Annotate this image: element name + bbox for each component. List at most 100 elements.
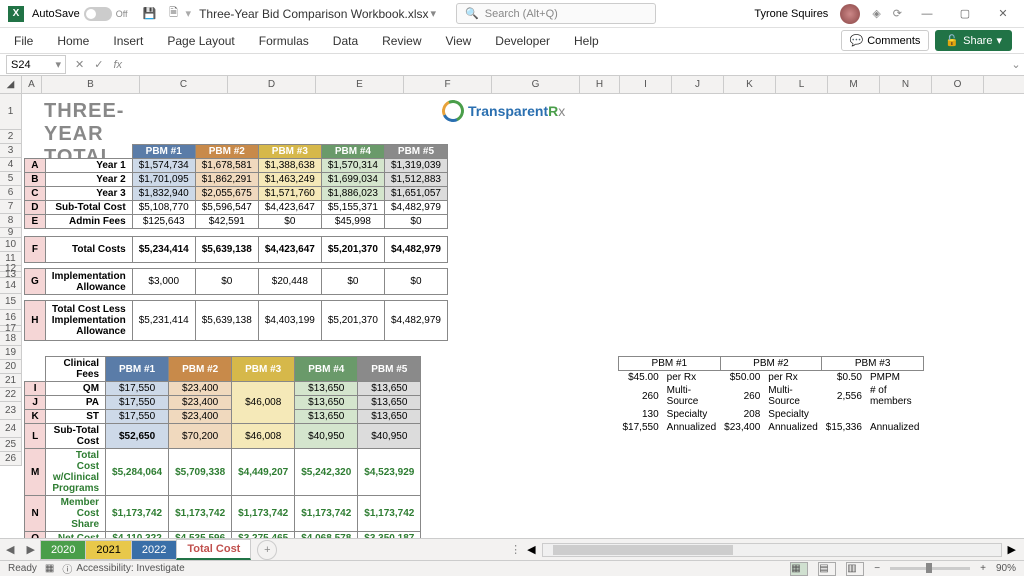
side-table[interactable]: PBM #1PBM #2PBM #3$45.00per Rx$50.00per … (618, 356, 924, 434)
row-header[interactable]: 1 (0, 94, 22, 130)
tab-view[interactable]: View (444, 30, 474, 52)
share-button[interactable]: 🔓 Share ▾ (935, 30, 1012, 51)
col-header[interactable]: O (932, 76, 984, 93)
sync-icon[interactable]: ⟳ (893, 7, 902, 20)
cancel-formula-icon[interactable]: ✕ (72, 58, 87, 71)
maximize-button[interactable]: ▢ (952, 4, 978, 24)
col-header[interactable]: G (492, 76, 580, 93)
tab-formulas[interactable]: Formulas (257, 30, 311, 52)
column-headers: ◢ A B C D E F G H I J K L M N O (0, 76, 1024, 94)
scroll-left-icon[interactable]: ◀ (527, 543, 535, 556)
row-header[interactable]: 9 (0, 228, 22, 238)
col-header[interactable]: E (316, 76, 404, 93)
row-header[interactable]: 14 (0, 278, 22, 294)
tab-home[interactable]: Home (55, 30, 91, 52)
col-header[interactable]: F (404, 76, 492, 93)
zoom-level[interactable]: 90% (996, 563, 1016, 574)
col-header[interactable]: L (776, 76, 828, 93)
next-sheet-icon[interactable]: ▶ (20, 543, 40, 556)
row-header[interactable]: 25 (0, 438, 22, 452)
row-header[interactable]: 18 (0, 332, 22, 346)
tab-data[interactable]: Data (331, 30, 360, 52)
col-header[interactable]: A (22, 76, 42, 93)
sheet-tab-2020[interactable]: 2020 (40, 540, 86, 560)
fx-icon[interactable]: fx (110, 59, 125, 71)
zoom-out-icon[interactable]: − (874, 563, 880, 574)
row-header[interactable]: 8 (0, 214, 22, 228)
zoom-slider[interactable] (890, 567, 970, 570)
main-table[interactable]: PBM #1PBM #2PBM #3PBM #4PBM #5AYear 1$1,… (24, 144, 448, 341)
col-header[interactable]: J (672, 76, 724, 93)
grid[interactable]: ◢ A B C D E F G H I J K L M N O 12345678… (0, 76, 1024, 542)
col-header[interactable]: K (724, 76, 776, 93)
diamond-icon[interactable]: ◈ (872, 7, 880, 20)
row-header[interactable]: 4 (0, 158, 22, 172)
normal-view-icon[interactable]: ▦ (790, 562, 808, 576)
row-header[interactable]: 19 (0, 346, 22, 360)
row-header[interactable]: 6 (0, 186, 22, 200)
accept-formula-icon[interactable]: ✓ (91, 58, 106, 71)
save-icon[interactable]: 💾 (142, 6, 158, 22)
autosave-toggle[interactable]: AutoSave Off (32, 7, 128, 21)
row-header[interactable]: 22 (0, 388, 22, 402)
sheet-tab-total[interactable]: Total Cost (176, 539, 251, 560)
autosave-label: AutoSave (32, 8, 80, 20)
doc-icon[interactable]: 🗎 (166, 6, 182, 22)
toggle-off-icon[interactable] (84, 7, 112, 21)
col-header[interactable]: I (620, 76, 672, 93)
close-button[interactable]: ✕ (990, 4, 1016, 24)
row-header[interactable]: 24 (0, 420, 22, 438)
row-header[interactable]: 7 (0, 200, 22, 214)
col-header[interactable]: C (140, 76, 228, 93)
horizontal-scrollbar[interactable] (542, 543, 1002, 557)
avatar[interactable] (840, 4, 860, 24)
macro-icon[interactable]: ▦ (45, 563, 54, 574)
search-placeholder: Search (Alt+Q) (485, 8, 558, 20)
sheet-tab-2021[interactable]: 2021 (85, 540, 131, 560)
excel-icon: X (8, 6, 24, 22)
filename[interactable]: Three-Year Bid Comparison Workbook.xlsx (199, 7, 428, 21)
status-bar: Ready ▦ ⓘ Accessibility: Investigate ▦ ▤… (0, 560, 1024, 576)
col-header[interactable]: M (828, 76, 880, 93)
row-header[interactable]: 15 (0, 294, 22, 310)
expand-formula-icon[interactable]: ⌄ (1008, 58, 1024, 71)
logo-icon (439, 97, 467, 125)
minimize-button[interactable]: — (914, 4, 940, 24)
name-box[interactable]: S24▾ (6, 55, 66, 74)
formula-input[interactable] (129, 54, 1008, 75)
col-header[interactable]: B (42, 76, 140, 93)
tab-file[interactable]: File (12, 30, 35, 52)
tab-review[interactable]: Review (380, 30, 423, 52)
col-header[interactable]: H (580, 76, 620, 93)
col-header[interactable]: N (880, 76, 932, 93)
tab-insert[interactable]: Insert (111, 30, 145, 52)
zoom-in-icon[interactable]: + (980, 563, 986, 574)
select-all[interactable]: ◢ (0, 76, 22, 93)
autosave-state: Off (116, 9, 128, 19)
tab-help[interactable]: Help (572, 30, 601, 52)
user-name[interactable]: Tyrone Squires (754, 8, 828, 20)
page-break-icon[interactable]: ▥ (846, 562, 864, 576)
search-input[interactable]: 🔍 Search (Alt+Q) (456, 3, 656, 24)
clinical-table[interactable]: Clinical FeesPBM #1PBM #2PBM #3PBM #4PBM… (24, 356, 421, 542)
row-header[interactable]: 2 (0, 130, 22, 144)
tab-pagelayout[interactable]: Page Layout (165, 30, 236, 52)
row-header[interactable]: 10 (0, 238, 22, 252)
logo: TransparentRx (442, 100, 565, 122)
prev-sheet-icon[interactable]: ◀ (0, 543, 20, 556)
add-sheet-button[interactable]: + (257, 540, 277, 560)
row-header[interactable]: 20 (0, 360, 22, 374)
row-header[interactable]: 21 (0, 374, 22, 388)
comments-button[interactable]: 💬 Comments (841, 30, 930, 51)
sheet-tab-2022[interactable]: 2022 (131, 540, 177, 560)
col-header[interactable]: D (228, 76, 316, 93)
scroll-right-icon[interactable]: ▶ (1008, 543, 1016, 556)
row-header[interactable]: 23 (0, 402, 22, 420)
page-layout-icon[interactable]: ▤ (818, 562, 836, 576)
tab-developer[interactable]: Developer (493, 30, 552, 52)
accessibility-icon[interactable]: ⓘ (62, 561, 72, 576)
row-header[interactable]: 3 (0, 144, 22, 158)
row-header[interactable]: 26 (0, 452, 22, 466)
status-accessibility[interactable]: Accessibility: Investigate (76, 563, 184, 574)
row-header[interactable]: 5 (0, 172, 22, 186)
